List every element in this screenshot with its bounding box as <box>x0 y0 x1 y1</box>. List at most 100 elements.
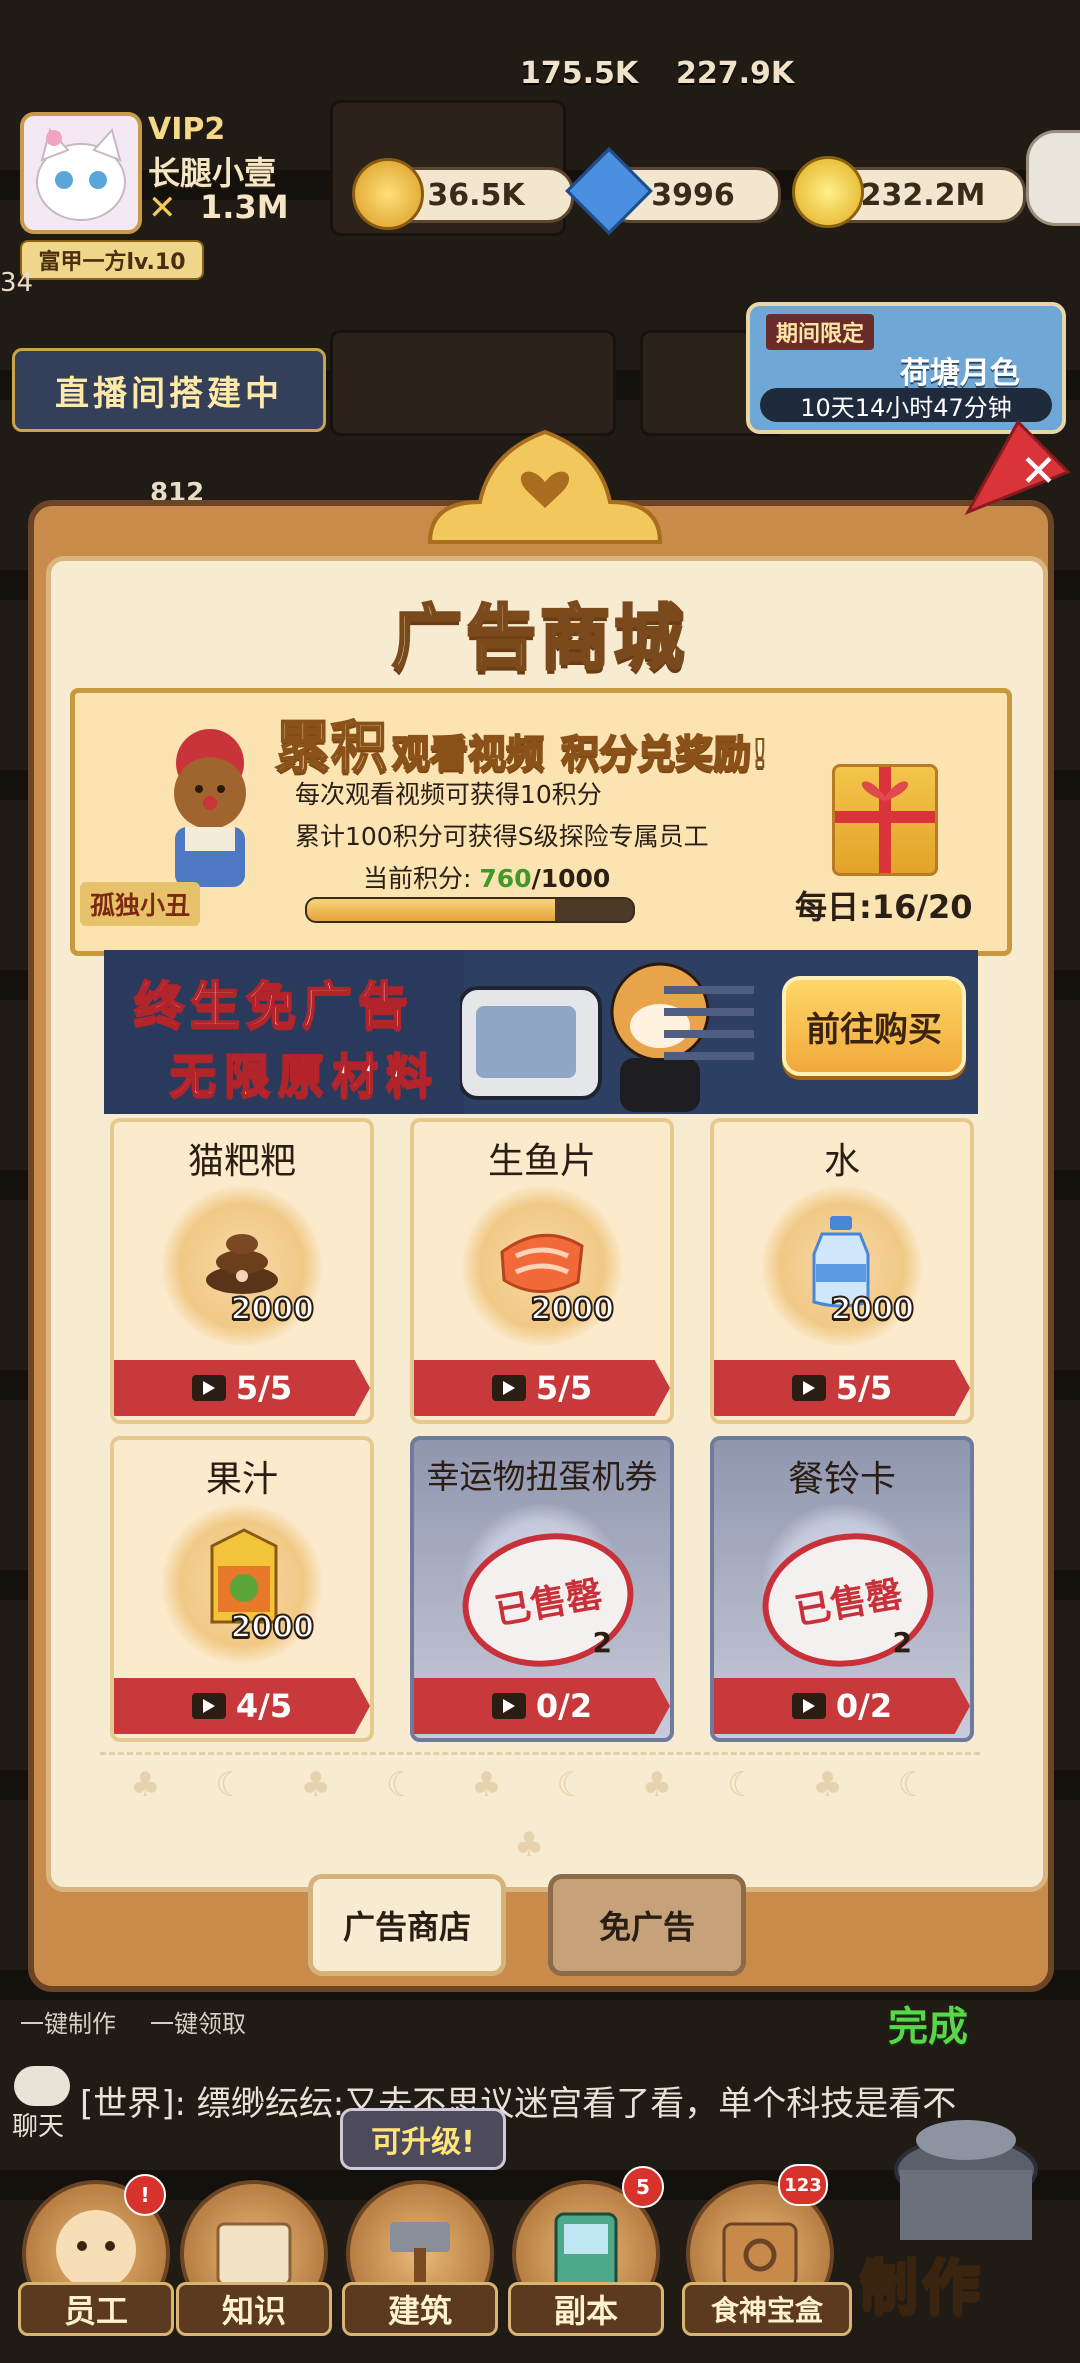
gold-coin-icon <box>792 156 864 228</box>
watch-ad-ribbon: 0/2 <box>414 1678 670 1734</box>
points-label: 当前积分: <box>363 864 472 893</box>
gift-box-button[interactable] <box>832 764 938 876</box>
watch-count: 0/2 <box>535 1687 593 1725</box>
shop-item-card: 幸运物扭蛋机券 已售罄 2 0/2 <box>410 1436 674 1742</box>
mascot-name: 孤独小丑 <box>80 882 200 926</box>
vip-level: VIP2 <box>148 112 226 147</box>
shop-item-card[interactable]: 果汁 2000 4/5 <box>110 1436 374 1742</box>
promo-line-2: 累计100积分可获得S级探险专属员工 <box>295 822 709 851</box>
shop-item-card[interactable]: 生鱼片 2000 5/5 <box>410 1118 674 1424</box>
dock-label-knowledge: 知识 <box>176 2282 332 2336</box>
top-counter-2: 227.9K <box>676 56 795 91</box>
chat-bubble-icon <box>14 2066 70 2106</box>
points-total: /1000 <box>531 864 611 893</box>
no-ads-banner[interactable]: 终生免广告 无限原材料 前往购买 <box>104 950 978 1114</box>
headline-mid: 观看视频 <box>391 731 545 777</box>
top-counter-1: 175.5K <box>520 56 639 91</box>
event-name: 荷塘月色 <box>900 356 1020 391</box>
speed-lines <box>664 980 764 1080</box>
dungeon-badge: 5 <box>622 2166 664 2208</box>
done-label: 完成 <box>888 2004 968 2050</box>
trophy-icon <box>352 158 424 230</box>
video-icon <box>491 1693 526 1719</box>
watch-ad-ribbon[interactable]: 5/5 <box>114 1360 370 1416</box>
upgrade-tooltip: 可升级! <box>340 2108 506 2170</box>
item-name: 果汁 <box>205 1459 278 1500</box>
no-ads-line-2: 无限原材料 <box>169 1048 440 1104</box>
dock-label-chef-box: 食神宝盒 <box>682 2282 852 2336</box>
event-tag: 期间限定 <box>766 314 875 350</box>
points-readout: 当前积分: 760/1000 <box>363 859 610 895</box>
no-ads-line-1: 终生免广告 <box>133 976 414 1036</box>
item-name: 猫粑粑 <box>187 1141 296 1182</box>
make-button[interactable]: 制作 <box>859 2240 1060 2330</box>
item-quantity: 2000 <box>830 1291 915 1328</box>
item-name: 餐铃卡 <box>787 1459 896 1500</box>
trophy-value: 36.5K <box>427 177 525 213</box>
cat-avatar-icon <box>36 127 126 221</box>
cooking-pot-icon[interactable] <box>876 2100 1056 2250</box>
dock-label-dungeon: 副本 <box>508 2282 664 2336</box>
item-quantity: 2 <box>892 1626 912 1659</box>
chef-box-badge: 123 <box>778 2164 828 2206</box>
video-icon <box>791 1375 826 1401</box>
chat-label: 聊天 <box>12 2112 65 2142</box>
watch-count: 4/5 <box>235 1687 293 1725</box>
shop-item-card[interactable]: 水 2000 5/5 <box>710 1118 974 1424</box>
headline-big: 累积 <box>274 715 388 782</box>
points-progress-fill <box>307 899 555 921</box>
headline-end: 积分兑奖励! <box>560 731 769 777</box>
clown-mascot-icon <box>174 729 246 887</box>
go-buy-button[interactable]: 前往购买 <box>782 976 966 1076</box>
gold-value: 232.2M <box>860 177 986 213</box>
watch-count: 5/5 <box>835 1369 893 1407</box>
dock-label-building: 建筑 <box>342 2282 498 2336</box>
points-current: 760 <box>479 864 532 893</box>
video-icon <box>791 1693 826 1719</box>
poop-icon <box>206 1234 278 1294</box>
svg-text:✕: ✕ <box>1020 446 1057 497</box>
watch-count: 5/5 <box>235 1369 293 1407</box>
watch-ad-ribbon: 0/2 <box>714 1678 970 1734</box>
watch-count: 5/5 <box>535 1369 593 1407</box>
item-quantity: 2000 <box>530 1291 615 1328</box>
dock-label-staff: 员工 <box>18 2282 174 2336</box>
promo-headline: 累积 观看视频 积分兑奖励! <box>274 703 835 782</box>
item-quantity: 2000 <box>230 1291 315 1328</box>
shop-item-card[interactable]: 猫粑粑 2000 5/5 <box>110 1118 374 1424</box>
quick-claim-label[interactable]: 一键领取 <box>150 2004 246 2039</box>
watch-count: 0/2 <box>835 1687 893 1725</box>
close-button[interactable]: ✕ <box>958 412 1078 522</box>
side-menu-toggle[interactable] <box>1026 130 1080 226</box>
fish-slice-icon <box>500 1233 584 1293</box>
daily-counter: 每日:16/20 <box>795 888 973 926</box>
watch-ad-ribbon[interactable]: 5/5 <box>414 1360 670 1416</box>
sold-out-label: 已售罄 <box>491 1573 606 1634</box>
panel-title: 广告商城 <box>391 596 688 681</box>
item-name: 水 <box>823 1141 860 1182</box>
decorative-pattern-strip: ♣ ☾ ♣ ☾ ♣ ☾ ♣ ☾ ♣ ☾ ♣ <box>100 1752 980 1865</box>
player-avatar[interactable] <box>20 112 142 234</box>
close-icon: ✕ <box>964 419 1071 515</box>
watch-ad-ribbon[interactable]: 4/5 <box>114 1678 370 1734</box>
left-count: 34 <box>0 268 34 298</box>
rank-title[interactable]: 富甲一方lv.10 <box>20 240 204 280</box>
quick-make-label[interactable]: 一键制作 <box>20 2004 116 2039</box>
item-quantity: 2 <box>592 1626 612 1659</box>
points-progress-bar <box>305 897 635 923</box>
staff-alert-badge: ! <box>124 2174 166 2216</box>
item-name: 幸运物扭蛋机券 <box>426 1457 658 1496</box>
watch-ad-ribbon[interactable]: 5/5 <box>714 1360 970 1416</box>
tab-no-ads[interactable]: 免广告 <box>548 1874 746 1976</box>
video-icon <box>191 1375 226 1401</box>
video-icon <box>191 1693 226 1719</box>
tab-ad-shop[interactable]: 广告商店 <box>308 1874 506 1976</box>
diamond-value: 3996 <box>651 177 735 213</box>
sold-out-label: 已售罄 <box>791 1573 906 1634</box>
promo-line-1: 每次观看视频可获得10积分 <box>295 780 602 809</box>
live-room-button[interactable]: 直播间搭建中 <box>12 348 326 432</box>
heart-clasp-icon <box>427 429 663 544</box>
item-quantity: 2000 <box>230 1609 315 1646</box>
shop-item-card: 餐铃卡 已售罄 2 0/2 <box>710 1436 974 1742</box>
gift-box-icon <box>835 767 935 873</box>
